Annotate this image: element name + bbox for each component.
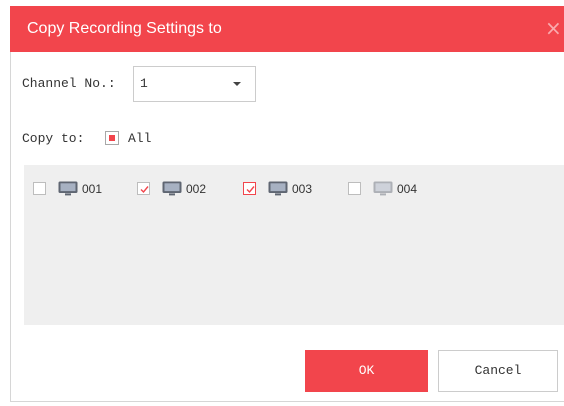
cancel-button[interactable]: Cancel (438, 350, 558, 392)
channel-list-panel: 001 002 003 004 (24, 165, 564, 325)
channel-item-002[interactable]: 002 (137, 181, 206, 196)
close-icon[interactable]: × (545, 6, 562, 50)
channel-label: 004 (397, 181, 418, 196)
channel-no-select[interactable]: 1 (133, 66, 256, 102)
channel-no-value: 1 (140, 76, 148, 91)
monitor-icon (268, 181, 288, 196)
channel-label: 002 (186, 181, 207, 196)
channel-checkbox[interactable] (137, 182, 150, 195)
ok-button[interactable]: OK (305, 350, 428, 392)
channel-checkbox[interactable] (348, 182, 361, 195)
monitor-icon (58, 181, 78, 196)
copy-to-label: Copy to: (22, 131, 85, 146)
indeterminate-mark-icon (109, 135, 115, 141)
checkmark-icon (140, 186, 149, 194)
channel-no-label: Channel No.: (22, 76, 116, 91)
monitor-icon (162, 181, 182, 196)
select-all-checkbox[interactable] (105, 131, 119, 145)
select-all-label[interactable]: All (128, 130, 151, 148)
channel-label: 001 (82, 181, 103, 196)
channel-item-004[interactable]: 004 (348, 181, 417, 196)
channel-item-001[interactable]: 001 (33, 181, 102, 196)
monitor-icon (373, 181, 393, 196)
channel-label: 003 (292, 181, 313, 196)
channel-checkbox[interactable] (33, 182, 46, 195)
dropdown-arrow-icon (233, 82, 241, 86)
dialog-header: Copy Recording Settings to × (10, 6, 564, 52)
channel-item-003[interactable]: 003 (243, 181, 312, 196)
channel-checkbox[interactable] (243, 182, 256, 195)
dialog-title: Copy Recording Settings to (27, 20, 222, 37)
checkmark-icon (246, 186, 255, 194)
